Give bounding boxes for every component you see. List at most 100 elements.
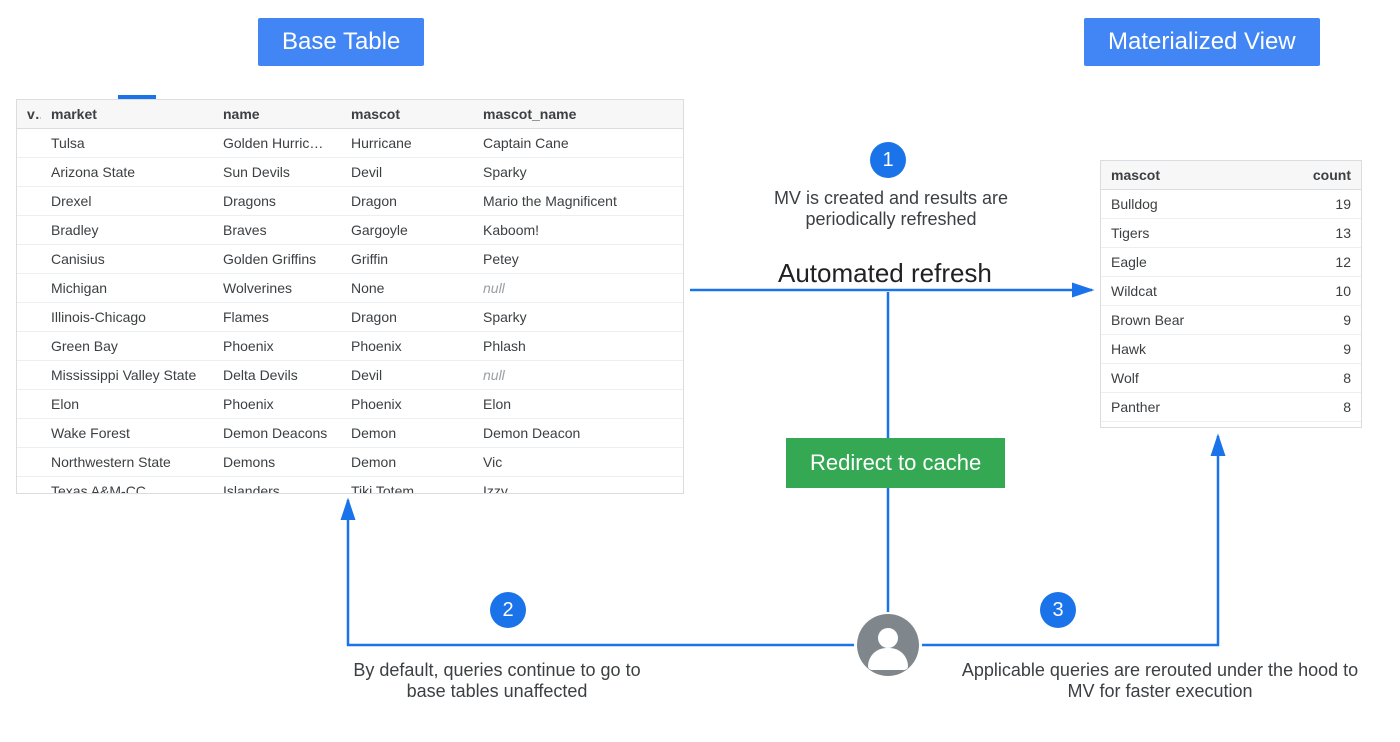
- cell: Dragon: [341, 187, 473, 215]
- step-2-caption: By default, queries continue to go to ba…: [332, 660, 662, 702]
- cell: Dragons: [213, 187, 341, 215]
- cell: Griffin: [341, 245, 473, 273]
- cell: Tigers: [1101, 219, 1271, 247]
- cell: Braves: [213, 216, 341, 244]
- table-row: CanisiusGolden GriffinsGriffinPetey: [17, 245, 683, 274]
- row-prefix-col: v: [17, 100, 41, 128]
- table-row: Wake ForestDemon DeaconsDemonDemon Deaco…: [17, 419, 683, 448]
- cell: Green Bay: [41, 332, 213, 360]
- row-prefix: [17, 419, 41, 447]
- cell: Michigan: [41, 274, 213, 302]
- cell: Sun Devils: [213, 158, 341, 186]
- cell: Brown Bear: [1101, 306, 1271, 334]
- table-row: Illinois-ChicagoFlamesDragonSparky: [17, 303, 683, 332]
- table-row: ElonPhoenixPhoenixElon: [17, 390, 683, 419]
- cell: 13: [1271, 219, 1361, 247]
- cell: 10: [1271, 277, 1361, 305]
- cell: Islanders: [213, 477, 341, 494]
- base-table: v market name mascot mascot_name TulsaGo…: [16, 99, 684, 494]
- automated-refresh-label: Automated refresh: [778, 258, 992, 289]
- cell: 19: [1271, 190, 1361, 218]
- step-3-badge: 3: [1040, 592, 1076, 628]
- cell: Phlash: [473, 332, 683, 360]
- table-row: Bulldog19: [1101, 190, 1361, 219]
- cell: Kaboom!: [473, 216, 683, 244]
- cell: Bulldog: [1101, 190, 1271, 218]
- table-row: TulsaGolden HurricaneHurricaneCaptain Ca…: [17, 129, 683, 158]
- row-prefix: [17, 332, 41, 360]
- cell: null: [473, 274, 683, 302]
- cell: 8: [1271, 393, 1361, 421]
- cell: Hurricane: [341, 129, 473, 157]
- cell: Tulsa: [41, 129, 213, 157]
- cell: Wildcat: [1101, 277, 1271, 305]
- row-prefix: [17, 361, 41, 389]
- cell: Texas A&M-CC: [41, 477, 213, 494]
- table-row: Northwestern StateDemonsDemonVic: [17, 448, 683, 477]
- row-prefix: [17, 477, 41, 494]
- cell: Golden Hurricane: [213, 129, 341, 157]
- base-table-header: Base Table: [258, 18, 424, 66]
- table-row: Lion7: [1101, 422, 1361, 428]
- cell: Flames: [213, 303, 341, 331]
- row-prefix: [17, 216, 41, 244]
- cell: Arizona State: [41, 158, 213, 186]
- cell: Dragon: [341, 303, 473, 331]
- cell: Gargoyle: [341, 216, 473, 244]
- table-row: Tigers13: [1101, 219, 1361, 248]
- cell: Sparky: [473, 158, 683, 186]
- cell: 12: [1271, 248, 1361, 276]
- row-prefix: [17, 245, 41, 273]
- cell: Delta Devils: [213, 361, 341, 389]
- cell: Phoenix: [213, 390, 341, 418]
- cell: Mario the Magnificent: [473, 187, 683, 215]
- cell: Illinois-Chicago: [41, 303, 213, 331]
- cell: Eagle: [1101, 248, 1271, 276]
- col-name: name: [213, 100, 341, 128]
- cell: Devil: [341, 158, 473, 186]
- row-prefix: [17, 448, 41, 476]
- cell: Petey: [473, 245, 683, 273]
- cell: Tiki Totem: [341, 477, 473, 494]
- cell: Captain Cane: [473, 129, 683, 157]
- row-prefix: [17, 187, 41, 215]
- step-1-caption: MV is created and results are periodical…: [746, 188, 1036, 230]
- cell: Elon: [41, 390, 213, 418]
- cell: Demon Deacon: [473, 419, 683, 447]
- table-row: BradleyBravesGargoyleKaboom!: [17, 216, 683, 245]
- cell: Hawk: [1101, 335, 1271, 363]
- step-1-badge: 1: [870, 142, 906, 178]
- cell: Phoenix: [213, 332, 341, 360]
- row-prefix: [17, 158, 41, 186]
- cell: Izzy: [473, 477, 683, 494]
- cell: None: [341, 274, 473, 302]
- cell: Mississippi Valley State: [41, 361, 213, 389]
- row-prefix: [17, 303, 41, 331]
- cell: Phoenix: [341, 390, 473, 418]
- cell: Drexel: [41, 187, 213, 215]
- col-mascot: mascot: [341, 100, 473, 128]
- table-row: MichiganWolverinesNonenull: [17, 274, 683, 303]
- cell: Demon: [341, 448, 473, 476]
- redirect-to-cache-box: Redirect to cache: [786, 438, 1005, 488]
- cell: Devil: [341, 361, 473, 389]
- cell: null: [473, 361, 683, 389]
- row-prefix: [17, 390, 41, 418]
- table-row: Mississippi Valley StateDelta DevilsDevi…: [17, 361, 683, 390]
- cell: Golden Griffins: [213, 245, 341, 273]
- cell: Northwestern State: [41, 448, 213, 476]
- table-row: Wildcat10: [1101, 277, 1361, 306]
- table-row: Hawk9: [1101, 335, 1361, 364]
- table-row: Panther8: [1101, 393, 1361, 422]
- table-row: Eagle12: [1101, 248, 1361, 277]
- table-row: DrexelDragonsDragonMario the Magnificent: [17, 187, 683, 216]
- step-3-caption: Applicable queries are rerouted under th…: [960, 660, 1360, 702]
- cell: 9: [1271, 306, 1361, 334]
- cell: Phoenix: [341, 332, 473, 360]
- table-row: Brown Bear9: [1101, 306, 1361, 335]
- cell: Panther: [1101, 393, 1271, 421]
- row-prefix: [17, 274, 41, 302]
- cell: 7: [1271, 422, 1361, 428]
- cell: Canisius: [41, 245, 213, 273]
- row-prefix: [17, 129, 41, 157]
